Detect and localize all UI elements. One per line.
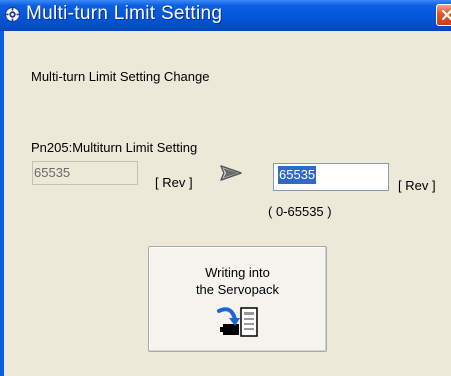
write-servopack-button[interactable]: Writing into the Servopack: [148, 246, 327, 352]
window-title: Multi-turn Limit Setting: [26, 3, 223, 24]
close-icon: [441, 9, 451, 21]
write-button-label-line2: the Servopack: [195, 282, 280, 297]
arrow-right-icon: [219, 164, 243, 187]
range-label: ( 0-65535 ): [268, 204, 332, 219]
close-button[interactable]: [436, 4, 451, 26]
dialog-window: Multi-turn Limit Setting Multi-turn Limi…: [0, 0, 451, 376]
gear-icon[interactable]: [5, 7, 20, 22]
current-unit-label: [ Rev ]: [155, 175, 193, 190]
write-button-label-line1: Writing into: [205, 265, 270, 280]
parameter-label: Pn205:Multiturn Limit Setting: [31, 140, 198, 155]
new-value-input[interactable]: 65535: [273, 163, 389, 191]
current-value-field: 65535: [32, 161, 138, 185]
new-value-text[interactable]: 65535: [278, 166, 317, 184]
window-border: [0, 31, 4, 376]
write-to-servopack-icon: [211, 305, 261, 344]
section-heading: Multi-turn Limit Setting Change: [31, 69, 210, 84]
current-value: 65535: [34, 165, 71, 180]
new-unit-label: [ Rev ]: [398, 178, 436, 193]
title-bar[interactable]: Multi-turn Limit Setting: [0, 0, 451, 31]
